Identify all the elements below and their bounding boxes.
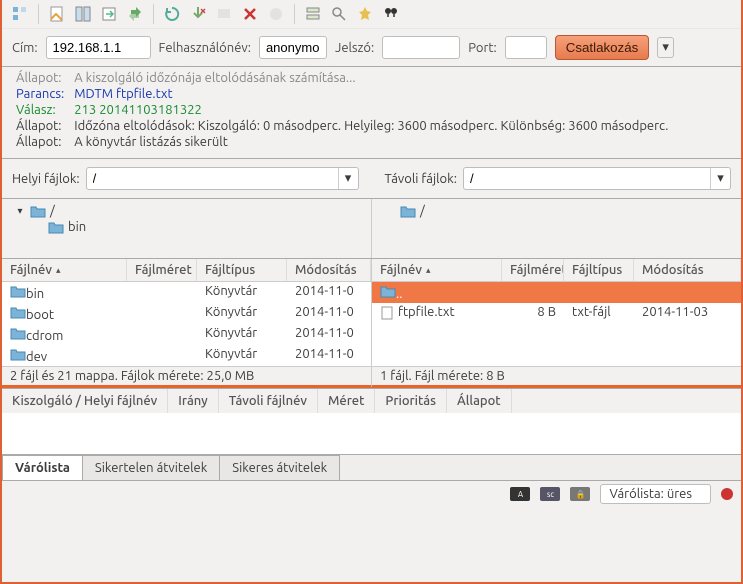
tree-item-label: / [420, 204, 425, 218]
pass-input[interactable] [382, 36, 460, 59]
log-label: Állapot: [12, 135, 68, 149]
reconnect-icon [266, 4, 286, 24]
list-item[interactable]: ftpfile.txt8 Btxt-fájl2014-11-03 [372, 303, 741, 322]
edit-icon[interactable] [47, 4, 67, 24]
list-item[interactable]: binKönyvtár2014-11-0 [2, 282, 371, 303]
refresh-icon[interactable] [162, 4, 182, 24]
tab[interactable]: Sikeres átvitelek [219, 455, 340, 480]
local-tree[interactable]: ▾/bin [2, 199, 372, 258]
queue-column[interactable]: Távoli fájlnév [219, 389, 318, 413]
tree-item[interactable]: bin [10, 219, 363, 235]
log-message: A kiszolgáló időzónája eltolódásának szá… [70, 71, 672, 85]
log-label: Állapot: [12, 119, 68, 133]
status-bar: A sc 🔒 Várólista: üres [2, 481, 741, 507]
local-path-dropdown[interactable]: ▾ [338, 168, 358, 189]
local-path-label: Helyi fájlok: [12, 172, 80, 186]
sort-asc-icon: ▴ [426, 265, 431, 276]
tab[interactable]: Sikertelen átvitelek [82, 455, 220, 480]
search-icon[interactable] [381, 4, 401, 24]
remote-path-label: Távoli fájlok: [385, 172, 457, 186]
tree-expand-icon[interactable]: ▾ [14, 205, 26, 217]
list-item[interactable]: bootKönyvtár2014-11-0 [2, 303, 371, 324]
sitemanager-icon[interactable] [10, 4, 30, 24]
tree-item-label: bin [68, 220, 86, 234]
pass-label: Jelszó: [335, 41, 374, 55]
sync-icon[interactable] [125, 4, 145, 24]
sort-asc-icon: ▴ [56, 265, 61, 276]
tree-item-label: / [50, 204, 55, 218]
compare-icon[interactable] [329, 4, 349, 24]
list-item[interactable]: devKönyvtár2014-11-0 [2, 345, 371, 366]
log-message: 213 20141103181322 [70, 103, 672, 117]
tree-item[interactable]: / [380, 203, 733, 219]
encoding-indicator-icon[interactable]: sc [540, 487, 560, 501]
remote-path-dropdown[interactable]: ▾ [710, 168, 730, 189]
local-path-input[interactable] [87, 168, 338, 189]
log-label: Állapot: [12, 71, 68, 85]
connect-button[interactable]: Csatlakozás [555, 35, 650, 60]
port-label: Port: [468, 41, 496, 55]
log-message: MDTM ftpfile.txt [70, 87, 672, 101]
remote-list-header[interactable]: Fájlnév ▴ Fájlméret Fájltípus Módosítás [372, 259, 741, 282]
transfer-icon[interactable] [99, 4, 119, 24]
queue-column[interactable]: Kiszolgáló / Helyi fájlnév [2, 389, 168, 413]
user-label: Felhasználónév: [159, 41, 251, 55]
remote-tree[interactable]: / [372, 199, 741, 258]
bookmark-icon[interactable] [355, 4, 375, 24]
stop-icon[interactable] [240, 4, 260, 24]
remote-status: 1 fájl. Fájl mérete: 8 B [372, 366, 741, 385]
quickconnect-bar: Cím: Felhasználónév: Jelszó: Port: Csatl… [2, 29, 741, 66]
message-log[interactable]: Állapot:A kiszolgáló időzónája eltolódás… [2, 66, 741, 158]
disconnect-icon [214, 4, 234, 24]
local-status: 2 fájl és 21 mappa. Fájlok mérete: 25,0 … [2, 366, 371, 385]
list-item[interactable]: cdromKönyvtár2014-11-0 [2, 324, 371, 345]
log-message: A könyvtár listázás sikerült [70, 135, 672, 149]
keyboard-indicator-icon[interactable]: A [510, 487, 530, 501]
main-toolbar [2, 0, 741, 29]
local-list-header[interactable]: Fájlnév ▴ Fájlméret Fájltípus Módosítás [2, 259, 371, 282]
log-label: Válasz: [12, 103, 68, 117]
panels-icon[interactable] [73, 4, 93, 24]
queue-header[interactable]: Kiszolgáló / Helyi fájlnévIrányTávoli fá… [2, 388, 741, 413]
queue-column[interactable]: Irány [168, 389, 218, 413]
queue-body[interactable] [2, 413, 741, 455]
local-file-list[interactable]: binKönyvtár2014-11-0bootKönyvtár2014-11-… [2, 282, 371, 366]
connect-history-dropdown[interactable]: ▾ [657, 37, 674, 58]
log-label: Parancs: [12, 87, 68, 101]
queue-column[interactable]: Méret [318, 389, 375, 413]
address-label: Cím: [12, 41, 38, 55]
bottom-tabs: VárólistaSikertelen átvitelekSikeres átv… [2, 455, 741, 481]
address-input[interactable] [46, 36, 151, 59]
queue-status[interactable]: Várólista: üres [600, 484, 711, 504]
port-input[interactable] [505, 36, 547, 59]
queue-column[interactable]: Állapot [447, 389, 512, 413]
cancel-icon[interactable] [188, 4, 208, 24]
queue-column[interactable]: Prioritás [375, 389, 447, 413]
remote-file-list[interactable]: ..ftpfile.txt8 Btxt-fájl2014-11-03 [372, 282, 741, 366]
activity-indicator-icon [721, 488, 733, 500]
tab[interactable]: Várólista [2, 455, 83, 480]
list-item[interactable]: .. [372, 282, 741, 303]
remote-path-input[interactable] [464, 168, 710, 189]
filter-icon[interactable] [303, 4, 323, 24]
user-input[interactable] [259, 36, 327, 59]
lock-indicator-icon[interactable]: 🔒 [570, 487, 590, 501]
log-message: Időzóna eltolódások: Kiszolgáló: 0 másod… [70, 119, 672, 133]
tree-item[interactable]: ▾/ [10, 203, 363, 219]
